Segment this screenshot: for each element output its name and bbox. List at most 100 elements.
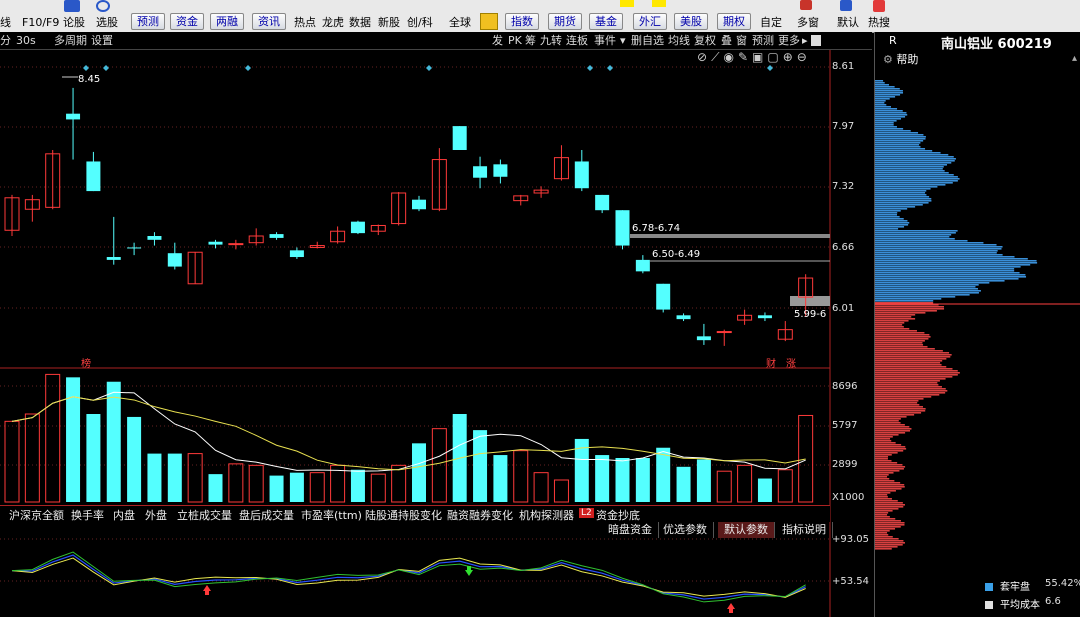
chart-btn-fuquan[interactable]: 复权 — [694, 33, 716, 48]
period-30s[interactable]: 30s — [16, 33, 36, 48]
chip-bar — [875, 388, 946, 390]
period-fen[interactable]: 分 — [0, 33, 11, 48]
chart-btn-yuce[interactable]: 预测 — [752, 33, 774, 48]
chip-bar — [875, 500, 898, 502]
chart-btn-lianban[interactable]: 连板 — [566, 33, 588, 48]
subtab-youxuan[interactable]: 优选参数 — [657, 522, 714, 538]
tab-waipan[interactable]: 外盘 — [145, 507, 167, 523]
tab-lizhuang[interactable]: 立桩成交量 — [177, 507, 232, 523]
toolbar-item-f10[interactable]: F10/F9 — [22, 15, 59, 30]
chart-btn-shijian[interactable]: 事件 — [594, 33, 616, 48]
toolbar-item-line[interactable]: 线 — [0, 15, 11, 30]
chip-bar — [875, 386, 942, 388]
dropdown-icon[interactable]: ▾ — [620, 33, 626, 48]
level-band-1 — [630, 234, 830, 238]
chip-bar — [875, 184, 946, 186]
gear-icon: ⚙ — [883, 53, 897, 66]
indicator-line — [11, 557, 806, 598]
tab-panhou[interactable]: 盘后成交量 — [239, 507, 294, 523]
toolbar-btn-zijin[interactable]: 资金 — [170, 13, 204, 30]
expand-icon[interactable]: ▸ — [802, 33, 808, 48]
toolbar-btn-qiquan[interactable]: 期权 — [717, 13, 751, 30]
subtab-anpan[interactable]: 暗盘资金 — [602, 522, 659, 538]
tab-margin[interactable]: 融资融券变化 — [447, 507, 513, 523]
chart-btn-fa[interactable]: 发 — [492, 33, 503, 48]
toolbar-item-ziding[interactable]: 自定 — [760, 15, 782, 30]
toolbar-item-xingu[interactable]: 新股 — [378, 15, 400, 30]
chart-btn-delete-watch[interactable]: 删自选 — [631, 33, 664, 48]
chart-btn-junxian[interactable]: 均线 — [668, 33, 690, 48]
period-multi[interactable]: 多周期 — [54, 33, 87, 48]
toolbar-btn-qihuo[interactable]: 期货 — [548, 13, 582, 30]
chart-btn-chuang[interactable]: 窗 — [736, 33, 747, 48]
chart-btn-more[interactable]: 更多 — [778, 33, 800, 48]
toolbar-item-chuangke[interactable]: 创/科 — [407, 15, 433, 30]
chip-bar — [875, 314, 916, 316]
price-tick: 6.01 — [832, 303, 855, 314]
chart-btn-jiuzhuan[interactable]: 九转 — [540, 33, 562, 48]
toolbar-item-redian[interactable]: 热点 — [294, 15, 316, 30]
toolbar-item-moren[interactable]: 默认 — [837, 15, 859, 30]
toolbar-item-xuangu[interactable]: 选股 — [96, 15, 118, 30]
chip-bar — [875, 174, 954, 176]
event-mark-bang[interactable]: 榜 — [81, 355, 91, 370]
tab-huanshen-amount[interactable]: 沪深京全额 — [9, 507, 64, 523]
volume-unit: X1000 — [832, 492, 865, 503]
tab-bottom-fishing[interactable]: 资金抄底 — [596, 507, 640, 523]
toolbar-btn-liangrong[interactable]: 两融 — [210, 13, 244, 30]
chip-bar — [875, 434, 899, 436]
chip-bar — [875, 318, 916, 320]
toolbar-btn-zixun[interactable]: 资讯 — [252, 13, 286, 30]
arrow-down-icon[interactable] — [480, 13, 498, 30]
tab-neipan[interactable]: 内盘 — [113, 507, 135, 523]
toolbar-item-shuju[interactable]: 数据 — [349, 15, 371, 30]
chip-bar — [875, 132, 919, 134]
chart-btn-chou[interactable]: 筹 — [525, 33, 536, 48]
chip-bar — [875, 346, 928, 348]
chip-bar — [875, 506, 904, 508]
event-diamond — [426, 65, 432, 71]
subtab-default-params[interactable]: 默认参数 — [718, 522, 775, 538]
event-mark-zhang[interactable]: 涨 — [786, 355, 796, 370]
toolbar-btn-jijin[interactable]: 基金 — [589, 13, 623, 30]
help-link[interactable]: ⚙ 帮助 — [883, 51, 918, 67]
tab-hk-holdings[interactable]: 陆股通持股变化 — [365, 507, 442, 523]
toolbar-item-quanqiu[interactable]: 全球 — [449, 15, 471, 30]
indicator-line — [11, 554, 806, 600]
candle-body — [676, 315, 691, 320]
chip-bar — [875, 498, 892, 500]
toolbar-item-lungu[interactable]: 论股 — [63, 15, 85, 30]
chip-bar — [875, 246, 1003, 248]
volume-bar — [24, 413, 40, 503]
chip-bar — [875, 114, 908, 116]
chart-settings[interactable]: 设置 — [91, 33, 113, 48]
toolbar-btn-meigu[interactable]: 美股 — [674, 13, 708, 30]
chart-btn-die[interactable]: 叠 — [721, 33, 732, 48]
volume-bar — [493, 455, 508, 502]
candle-body — [350, 221, 365, 234]
volume-bar — [370, 473, 386, 503]
toolbar-btn-zhishu[interactable]: 指数 — [505, 13, 539, 30]
toolbar-btn-waihui[interactable]: 外汇 — [633, 13, 667, 30]
volume-tick: 2899 — [832, 459, 858, 470]
toolbar-btn-yuce[interactable]: 预测 — [131, 13, 165, 30]
chip-bar — [875, 236, 950, 238]
panel-toggle-icon[interactable] — [811, 35, 821, 46]
tab-turnover[interactable]: 换手率 — [71, 507, 104, 523]
scroll-up-icon[interactable]: ▴ — [1072, 53, 1077, 64]
chip-bar — [875, 130, 911, 132]
chip-bar — [875, 260, 1037, 262]
level-label-3: 5.99-6 — [794, 309, 827, 320]
toolbar-item-duochuang[interactable]: 多窗 — [797, 15, 819, 30]
tab-pe-ttm[interactable]: 市盈率(ttm) — [301, 507, 362, 523]
price-tick: 7.97 — [832, 121, 855, 132]
chip-bar — [875, 538, 899, 540]
chip-bar — [875, 288, 978, 290]
event-mark-cai[interactable]: 财 — [766, 355, 776, 370]
toolbar-item-longhu[interactable]: 龙虎 — [322, 15, 344, 30]
toolbar-item-resou[interactable]: 热搜 — [868, 15, 890, 30]
tab-institution[interactable]: 机构探测器 — [519, 507, 574, 523]
subtab-explain[interactable]: 指标说明 — [776, 522, 833, 538]
chart-btn-pk[interactable]: PK — [508, 33, 522, 48]
chip-bar — [875, 290, 981, 292]
